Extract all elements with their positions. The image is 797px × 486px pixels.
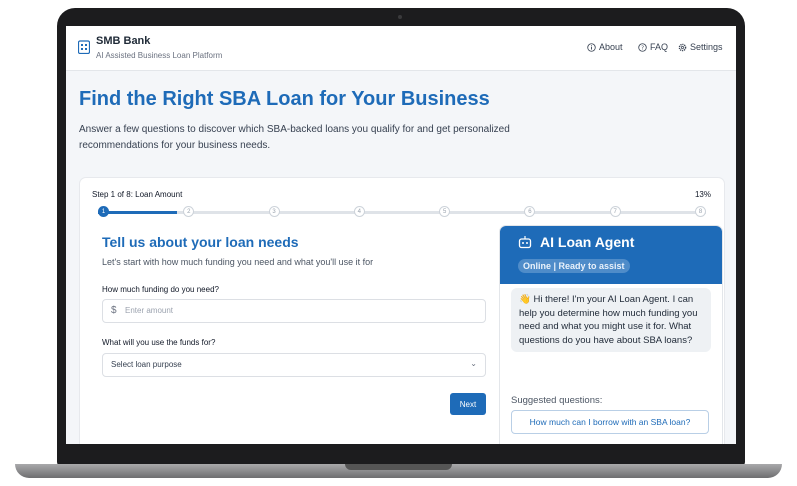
- loan-wizard-card: Step 1 of 8: Loan Amount 13% 1 2 3 4 5 6 7 8 Te…: [80, 178, 724, 444]
- brand-name[interactable]: SMB Bank: [96, 35, 150, 47]
- form-subtitle: Let's start with how much funding you ne…: [102, 257, 374, 267]
- robot-icon: [518, 236, 532, 249]
- amount-placeholder: Enter amount: [125, 306, 174, 315]
- brand-tagline: AI Assisted Business Loan Platform: [96, 51, 223, 60]
- progress-fill: [98, 211, 178, 214]
- nav-settings-label: Settings: [690, 42, 723, 52]
- page-title: Find the Right SBA Loan for Your Busines…: [79, 88, 490, 110]
- suggested-question-chip[interactable]: How much can I borrow with an SBA loan?: [511, 410, 709, 434]
- purpose-selected-value: Select loan purpose: [111, 360, 182, 369]
- nav-faq-label: FAQ: [650, 42, 669, 52]
- step-dot-2: 2: [183, 206, 195, 217]
- nav-about-label: About: [599, 42, 623, 52]
- next-button[interactable]: Next: [450, 393, 486, 415]
- svg-text:?: ?: [641, 45, 644, 51]
- top-navigation-bar: SMB Bank AI Assisted Business Loan Platf…: [66, 26, 736, 71]
- nav-settings-link[interactable]: Settings: [678, 42, 723, 52]
- step-dot-8: 8: [695, 206, 706, 217]
- step-dot-6: 6: [524, 206, 536, 217]
- ai-agent-panel: AI Loan Agent Online | Ready to assist 👋…: [500, 226, 722, 444]
- page-intro: Answer a few questions to discover which…: [79, 124, 510, 151]
- step-dot-5: 5: [439, 206, 451, 217]
- step-indicator: Step 1 of 8: Loan Amount: [92, 190, 183, 199]
- suggested-questions-label: Suggested questions:: [511, 395, 603, 406]
- bank-logo-icon: [78, 40, 90, 54]
- form-title: Tell us about your loan needs: [102, 234, 299, 250]
- nav-faq-link[interactable]: ? FAQ: [638, 42, 668, 52]
- step-dot-1: 1: [98, 206, 109, 217]
- ai-agent-header: AI Loan Agent Online | Ready to assist: [500, 226, 722, 284]
- app-screen: SMB Bank AI Assisted Business Loan Platf…: [66, 26, 736, 444]
- help-icon: ?: [638, 42, 647, 52]
- ai-agent-title: AI Loan Agent: [540, 234, 635, 250]
- amount-input[interactable]: $ Enter amount: [102, 299, 486, 323]
- step-dot-4: 4: [353, 206, 365, 217]
- purpose-label: What will you use the funds for?: [102, 338, 216, 347]
- laptop-notch: [345, 464, 452, 470]
- dollar-prefix: $: [111, 305, 117, 316]
- chevron-down-icon: ⌄: [470, 359, 477, 368]
- nav-about-link[interactable]: About: [587, 42, 623, 52]
- amount-label: How much funding do you need?: [102, 285, 219, 294]
- agent-message-bubble: 👋 Hi there! I'm your AI Loan Agent. I ca…: [511, 288, 711, 352]
- webcam: [398, 15, 402, 19]
- step-dot-7: 7: [609, 206, 621, 217]
- status-badge: Online | Ready to assist: [518, 259, 630, 273]
- progress-percent: 13%: [694, 190, 711, 199]
- step-dot-3: 3: [268, 206, 280, 217]
- gear-icon: [678, 43, 687, 51]
- info-icon: [587, 42, 596, 52]
- purpose-select[interactable]: Select loan purpose ⌄: [102, 353, 486, 377]
